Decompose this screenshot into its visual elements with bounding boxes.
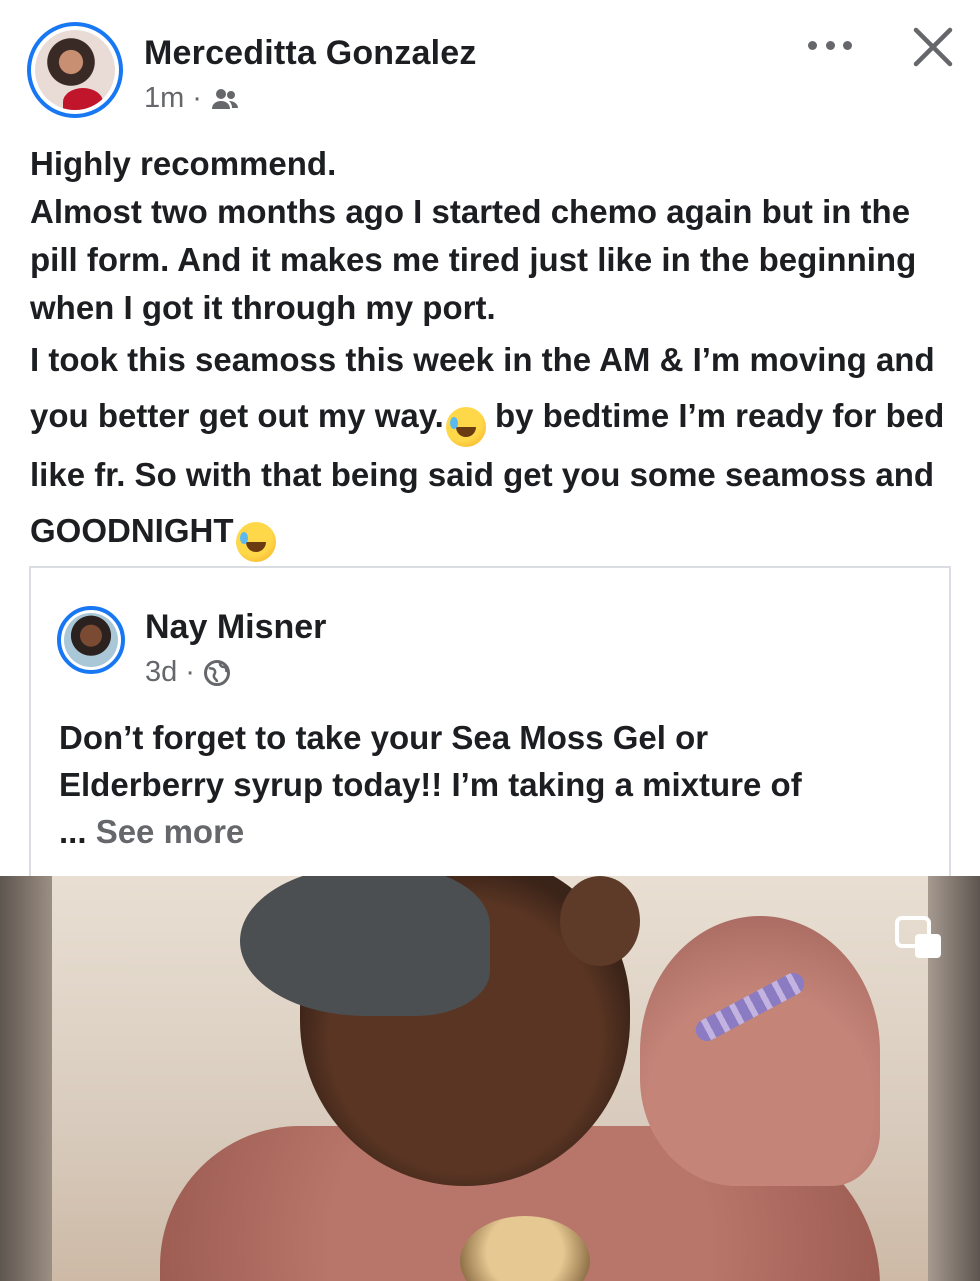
globe-icon [203,659,230,686]
shared-post[interactable]: Nay Misner 3d · Don’t forget to take you… [29,566,951,886]
post-time[interactable]: 1m [144,82,184,115]
meta-separator: · [192,82,202,114]
video-blur-left [0,876,52,1281]
picture-in-picture-icon[interactable] [893,914,945,962]
post-body: Highly recommend. Almost two months ago … [30,140,960,562]
rofl-emoji-icon: 🤣 [445,407,486,447]
shared-text-line: Don’t forget to take your Sea Moss Gel o… [59,719,709,756]
shared-post-meta: 3d · [145,656,231,689]
video-person-arm [640,916,880,1186]
post-text-line: Almost two months ago I started chemo ag… [30,193,917,326]
rofl-emoji-icon: 🤣 [235,522,276,562]
post-text-line: Highly recommend. [30,145,337,182]
shared-text-line: Elderberry syrup today!! I’m taking a mi… [59,766,802,803]
see-more-link[interactable]: See more [96,813,245,850]
ellipsis: ... [59,813,87,850]
more-options-icon[interactable] [808,30,852,60]
shared-author-avatar-image [64,613,118,667]
shared-post-body: Don’t forget to take your Sea Moss Gel o… [59,714,939,855]
shared-author-name[interactable]: Nay Misner [145,608,326,647]
meta-separator: · [185,656,195,688]
video-player[interactable] [0,876,980,1281]
post-text-line: I took this seamoss this week in the AM … [30,332,960,562]
shared-post-time[interactable]: 3d [145,656,177,689]
author-avatar[interactable] [27,22,123,118]
shared-author-avatar[interactable] [57,606,125,674]
author-avatar-image [35,30,115,110]
post-header: Merceditta Gonzalez 1m · [0,0,980,130]
post-meta: 1m · [144,82,240,115]
video-head-wrap [240,876,490,1016]
see-more-line: ... See more [59,808,939,855]
video-person-hand [560,876,640,966]
author-name[interactable]: Merceditta Gonzalez [144,34,477,73]
friends-icon [211,88,238,109]
close-icon[interactable] [910,24,956,70]
